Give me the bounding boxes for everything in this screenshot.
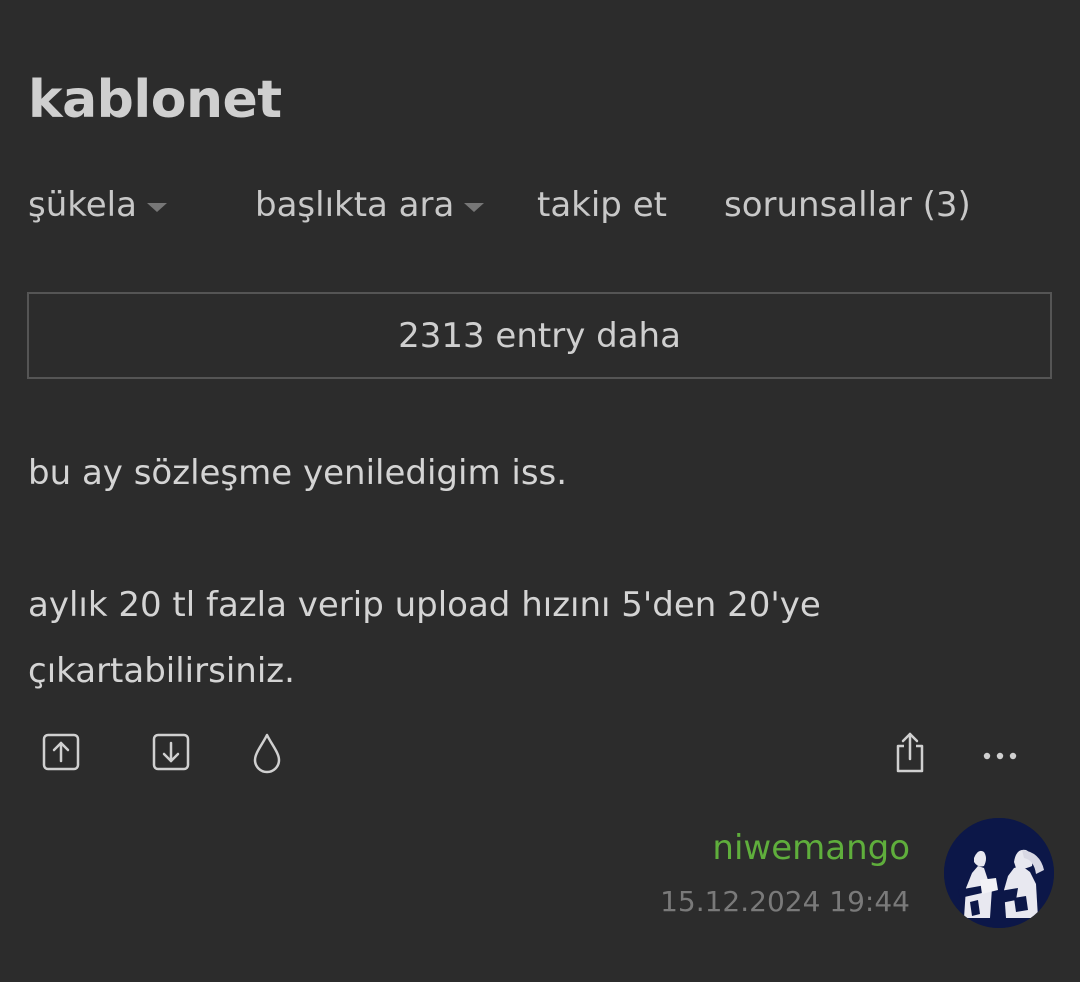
- more-icon: [983, 752, 1017, 760]
- questions-link[interactable]: sorunsallar (3): [724, 185, 971, 225]
- search-in-topic-dropdown[interactable]: başlıkta ara: [255, 185, 485, 225]
- sort-dropdown[interactable]: şükela: [28, 185, 167, 225]
- entry-paragraph: bu ay sözleşme yeniledigim iss.: [28, 453, 568, 493]
- downvote-button[interactable]: [149, 730, 193, 774]
- avatar[interactable]: [944, 818, 1054, 928]
- entry-timestamp[interactable]: 15.12.2024 19:44: [660, 879, 910, 925]
- entry-content: bu ay sözleşme yeniledigim iss. aylık 20…: [28, 440, 1028, 704]
- more-entries-label: 2313 entry daha: [398, 315, 681, 356]
- entry-author-info: niwemango 15.12.2024 19:44: [660, 825, 910, 925]
- drop-icon: [253, 733, 281, 774]
- downvote-icon: [152, 733, 190, 771]
- favorite-button[interactable]: [245, 731, 289, 775]
- entry-actions: [0, 728, 1080, 778]
- share-button[interactable]: [888, 730, 932, 774]
- avatar-image: [944, 818, 1054, 928]
- more-options-button[interactable]: [978, 734, 1022, 778]
- chevron-down-icon: [146, 202, 167, 212]
- upvote-button[interactable]: [39, 730, 83, 774]
- upvote-icon: [42, 733, 80, 771]
- author-username[interactable]: niwemango: [660, 825, 910, 871]
- chevron-down-icon: [464, 202, 485, 212]
- questions-label: sorunsallar (3): [724, 185, 971, 225]
- entry-paragraph: aylık 20 tl fazla verip upload hızını 5'…: [28, 585, 821, 691]
- more-entries-button[interactable]: 2313 entry daha: [27, 292, 1052, 379]
- sort-dropdown-label: şükela: [28, 185, 137, 225]
- topic-nav: şükela başlıkta ara takip et sorunsallar…: [28, 185, 1052, 229]
- follow-button[interactable]: takip et: [537, 185, 667, 225]
- follow-label: takip et: [537, 185, 667, 225]
- topic-title[interactable]: kablonet: [28, 70, 282, 130]
- share-icon: [896, 732, 924, 773]
- search-in-topic-label: başlıkta ara: [255, 185, 455, 225]
